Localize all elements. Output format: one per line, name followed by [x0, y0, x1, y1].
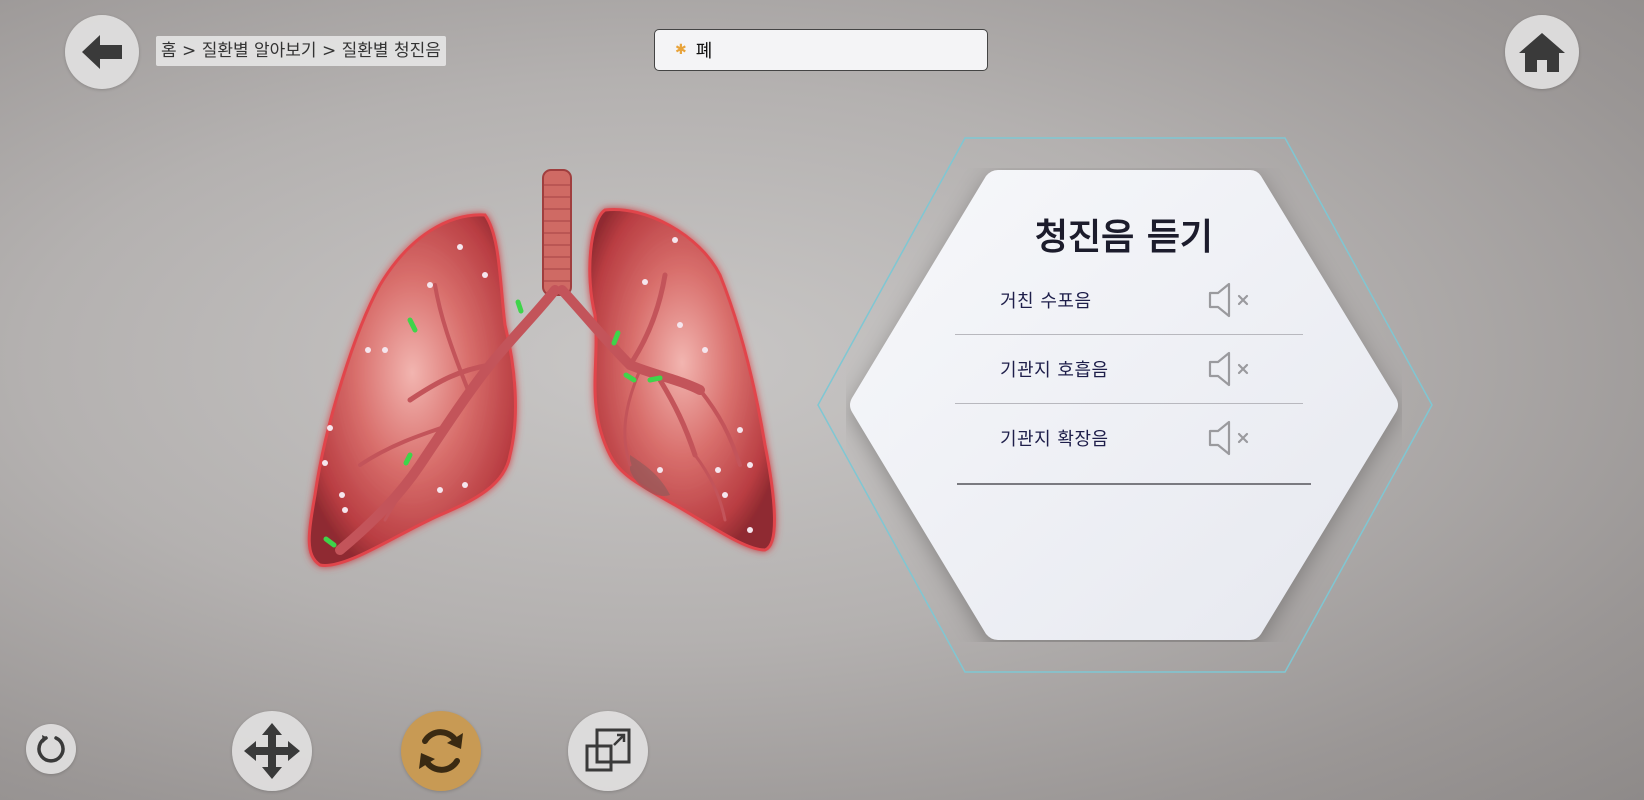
- breadcrumb: 홈 > 질환별 알아보기 > 질환별 청진음: [156, 36, 446, 66]
- rotate-tool-button[interactable]: [401, 711, 481, 791]
- rotate-icon: [419, 729, 463, 773]
- speaker-muted-icon[interactable]: [1207, 420, 1253, 456]
- lungs-3d-model[interactable]: [300, 165, 800, 610]
- home-button[interactable]: [1505, 15, 1579, 89]
- search-box[interactable]: ✱ 폐: [654, 29, 988, 71]
- back-button[interactable]: [65, 15, 139, 89]
- sound-item[interactable]: 기관지 호흡음: [955, 335, 1303, 403]
- move-tool-button[interactable]: [232, 711, 312, 791]
- scale-icon: [585, 728, 631, 772]
- home-icon: [1519, 33, 1565, 72]
- speaker-muted-icon[interactable]: [1207, 351, 1253, 387]
- panel-title: 청진음 듣기: [1034, 217, 1214, 258]
- required-star-icon: ✱: [675, 42, 687, 58]
- reset-icon: [37, 735, 65, 763]
- sound-item[interactable]: 기관지 확장음: [955, 404, 1303, 472]
- sound-item-label: 기관지 확장음: [1000, 429, 1109, 450]
- sound-item[interactable]: 거친 수포음: [955, 266, 1303, 334]
- sound-item-label: 기관지 호흡음: [1000, 360, 1109, 381]
- list-end-divider: [957, 483, 1311, 485]
- speaker-muted-icon[interactable]: [1207, 282, 1253, 318]
- right-lung-lobe: [307, 213, 517, 567]
- reset-view-button[interactable]: [26, 724, 76, 774]
- scale-tool-button[interactable]: [568, 711, 648, 791]
- arrow-left-icon: [82, 35, 122, 69]
- sound-item-label: 거친 수포음: [1000, 291, 1092, 312]
- search-input-value: 폐: [695, 41, 713, 62]
- move-arrows-icon: [244, 723, 300, 779]
